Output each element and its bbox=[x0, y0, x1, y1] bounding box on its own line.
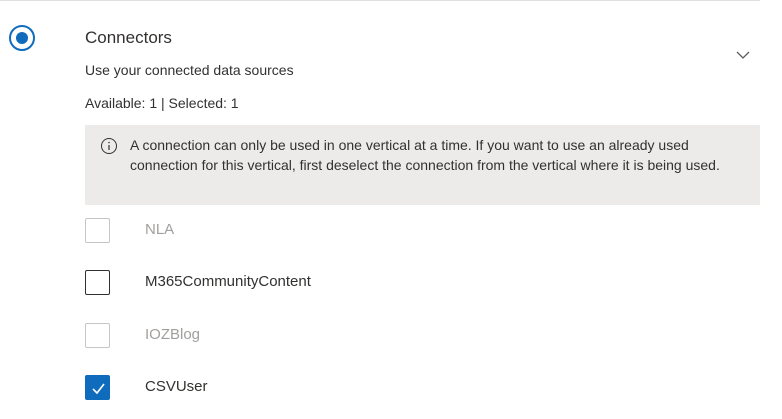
connector-label: IOZBlog bbox=[145, 326, 201, 343]
connector-checkbox[interactable] bbox=[85, 375, 110, 400]
chevron-down-icon[interactable] bbox=[734, 46, 752, 64]
info-message-text: A connection can only be used in one ver… bbox=[130, 137, 720, 173]
connectors-panel: Connectors Use your connected data sourc… bbox=[0, 0, 782, 419]
connector-item-m365communitycontent[interactable]: M365CommunityContent bbox=[85, 270, 585, 296]
radio-selected-dot bbox=[16, 32, 28, 44]
connector-item-nla[interactable]: NLA bbox=[85, 218, 585, 244]
checkmark-icon bbox=[92, 383, 105, 395]
section-title: Connectors bbox=[85, 28, 172, 47]
connector-item-iozblog[interactable]: IOZBlog bbox=[85, 323, 585, 349]
availability-counts: Available: 1 | Selected: 1 bbox=[85, 95, 239, 111]
connector-checkbox[interactable] bbox=[85, 323, 110, 348]
connector-label: M365CommunityContent bbox=[145, 273, 311, 290]
connector-label: CSVUser bbox=[145, 378, 208, 395]
section-subtitle: Use your connected data sources bbox=[85, 62, 294, 78]
connectors-radio-button[interactable] bbox=[9, 25, 35, 51]
top-divider bbox=[0, 0, 760, 1]
connector-checkbox[interactable] bbox=[85, 218, 110, 243]
connector-label: NLA bbox=[145, 221, 175, 238]
connector-item-csvuser[interactable]: CSVUser bbox=[85, 375, 585, 401]
info-icon bbox=[101, 138, 117, 154]
info-message-bar: A connection can only be used in one ver… bbox=[85, 125, 760, 205]
connector-checkbox[interactable] bbox=[85, 270, 110, 295]
